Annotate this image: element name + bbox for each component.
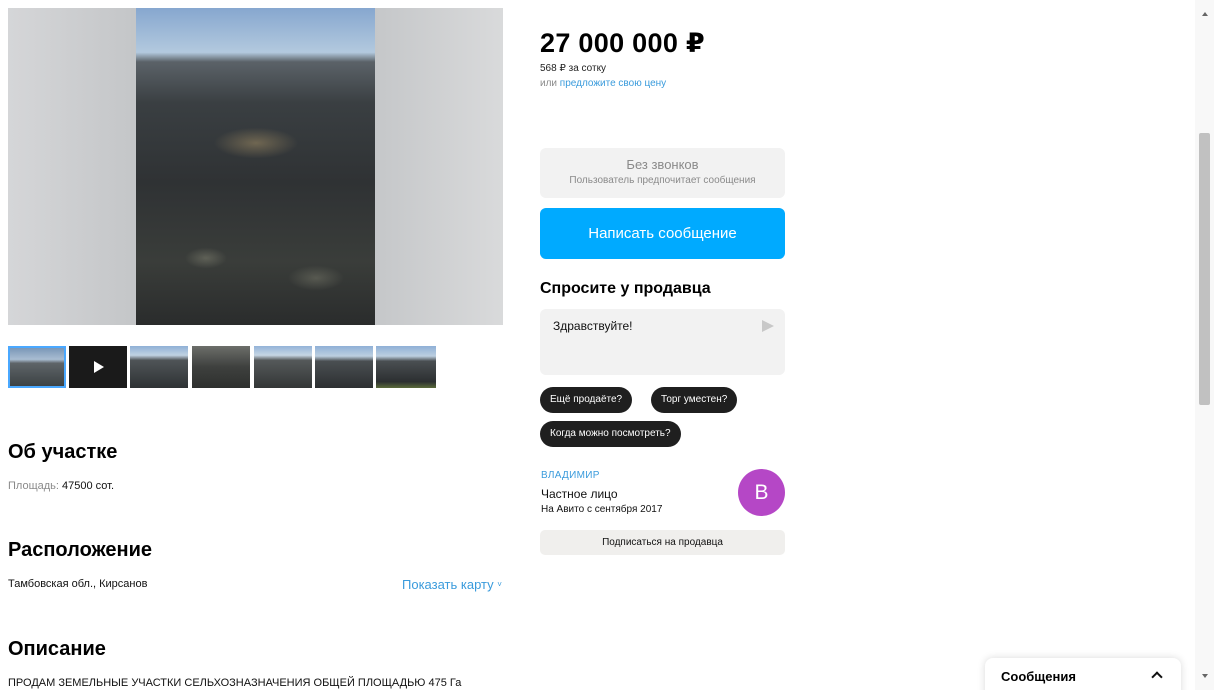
price-per-unit: 568 ₽ за сотку <box>540 63 607 74</box>
show-map-link[interactable]: Показать карту ˅ <box>402 577 502 592</box>
scroll-down-arrow-icon[interactable] <box>1202 674 1208 678</box>
thumbnail-7[interactable] <box>376 346 436 388</box>
location-address: Тамбовская обл., Кирсанов <box>8 578 148 590</box>
quick-reply-when-view[interactable]: Когда можно посмотреть? <box>540 421 681 447</box>
scrollbar-thumb[interactable] <box>1199 133 1210 405</box>
seller-type: Частное лицо <box>541 487 618 501</box>
description-title: Описание <box>8 638 106 660</box>
area-line: Площадь: 47500 сот. <box>8 480 114 492</box>
messages-label: Сообщения <box>1001 669 1076 684</box>
no-calls-subtitle: Пользователь предпочитает сообщения <box>569 175 756 186</box>
send-icon[interactable] <box>762 320 774 332</box>
ask-message-input[interactable]: Здравствуйте! <box>540 309 785 375</box>
no-calls-title: Без звонков <box>626 157 699 172</box>
ask-seller-title: Спросите у продавца <box>540 280 711 297</box>
no-calls-notice: Без звонков Пользователь предпочитает со… <box>540 148 785 198</box>
subscribe-seller-button[interactable]: Подписаться на продавца <box>540 530 785 555</box>
about-title: Об участке <box>8 441 118 463</box>
messages-widget[interactable]: Сообщения <box>985 658 1181 690</box>
thumbnail-1[interactable] <box>8 346 66 388</box>
gallery-main-image[interactable] <box>8 8 503 325</box>
area-label: Площадь: <box>8 480 62 492</box>
avatar[interactable]: В <box>738 469 785 516</box>
play-icon <box>94 361 104 373</box>
thumbnail-5[interactable] <box>254 346 312 388</box>
chevron-down-icon: ˅ <box>497 580 502 589</box>
show-map-label: Показать карту <box>402 577 494 592</box>
description-text: ПРОДАМ ЗЕМЕЛЬНЫЕ УЧАСТКИ СЕЛЬХОЗНАЗНАЧЕН… <box>8 677 462 689</box>
gallery-blur-right <box>375 8 503 325</box>
location-title: Расположение <box>8 539 153 561</box>
write-message-button[interactable]: Написать сообщение <box>540 208 785 259</box>
seller-name-link[interactable]: ВЛАДИМИР <box>541 470 600 481</box>
thumbnail-6[interactable] <box>315 346 373 388</box>
scroll-up-arrow-icon[interactable] <box>1202 12 1208 16</box>
scrollbar[interactable] <box>1195 0 1214 690</box>
offer-prefix: или <box>540 78 560 89</box>
seller-since: На Авито с сентября 2017 <box>541 504 663 515</box>
thumbnail-4[interactable] <box>192 346 250 388</box>
gallery-blur-left <box>8 8 136 325</box>
price: 27 000 000 ₽ <box>540 28 706 58</box>
area-value: 47500 сот. <box>62 480 115 492</box>
main-photo <box>136 8 376 325</box>
thumbnail-video[interactable] <box>69 346 127 388</box>
ask-message-value: Здравствуйте! <box>553 319 633 333</box>
offer-price-link[interactable]: предложите свою цену <box>560 78 666 89</box>
thumbnail-3[interactable] <box>130 346 188 388</box>
quick-reply-bargain[interactable]: Торг уместен? <box>651 387 738 413</box>
chevron-up-icon[interactable] <box>1151 671 1163 683</box>
offer-line: или предложите свою цену <box>540 78 666 89</box>
quick-reply-still-selling[interactable]: Ещё продаёте? <box>540 387 633 413</box>
